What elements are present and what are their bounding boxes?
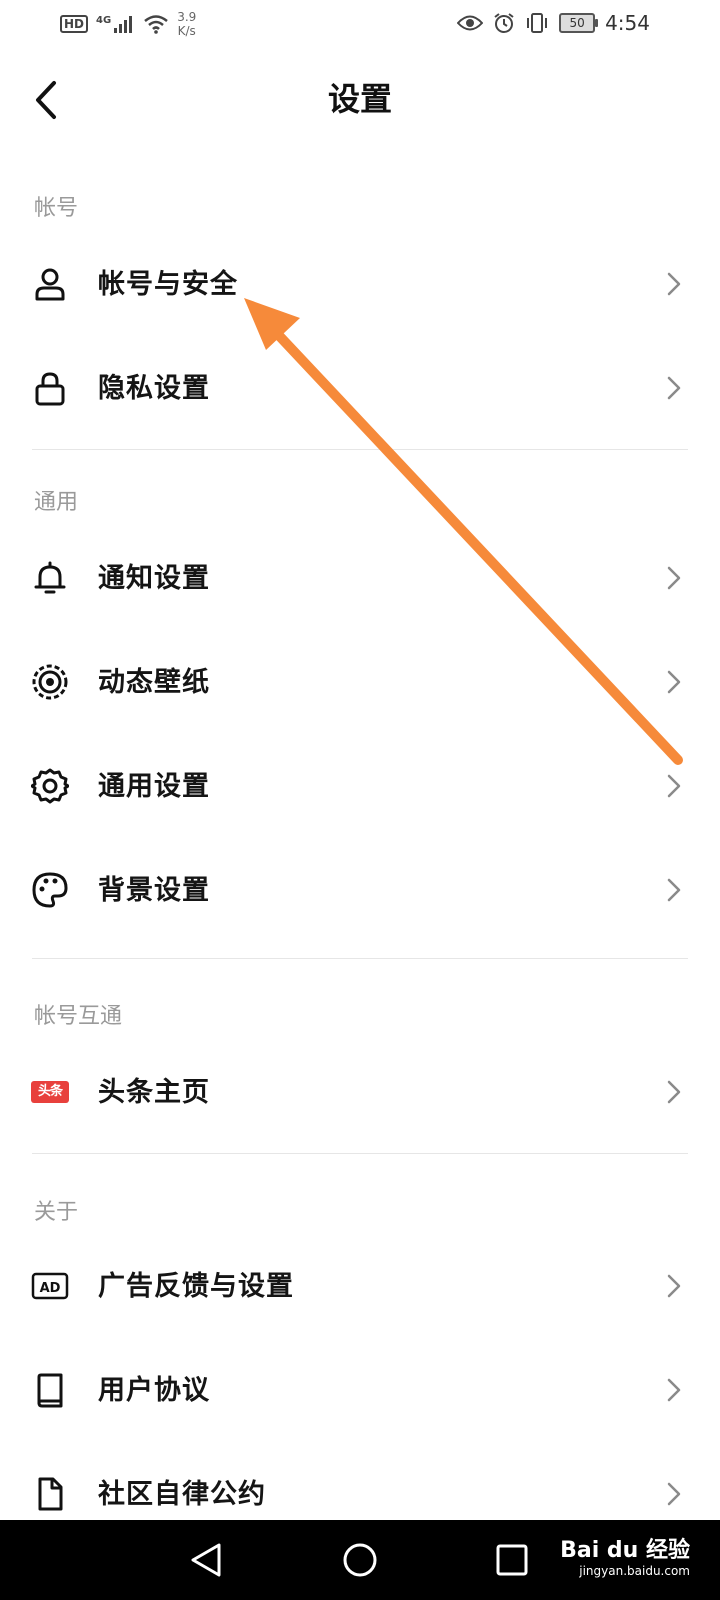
section-title-account-link: 帐号互通 <box>34 1004 123 1029</box>
settings-item-label: 背景设置 <box>98 875 210 906</box>
settings-item-label: 社区自律公约 <box>98 1479 266 1510</box>
wifi-icon <box>144 15 168 34</box>
ad-icon: AD <box>30 1266 70 1306</box>
settings-item-label: 头条主页 <box>98 1077 210 1108</box>
chevron-right-icon <box>667 774 681 798</box>
network-speed: 3.9 K/s <box>177 10 196 38</box>
vibrate-icon <box>527 13 548 33</box>
settings-item-label: 广告反馈与设置 <box>98 1271 294 1302</box>
settings-item-live-wallpaper[interactable]: 动态壁纸 <box>0 634 720 730</box>
toutiao-icon: 头条 <box>30 1072 70 1112</box>
settings-item-label: 帐号与安全 <box>98 269 238 300</box>
app-header: 设置 <box>0 60 720 140</box>
chevron-right-icon <box>667 1378 681 1402</box>
settings-item-ad-feedback[interactable]: AD 广告反馈与设置 <box>0 1238 720 1334</box>
alarm-icon <box>494 13 514 33</box>
signal-icon <box>114 16 133 33</box>
settings-item-privacy[interactable]: 隐私设置 <box>0 340 720 436</box>
clock: 4:54 <box>605 11 650 35</box>
network-type: 4G <box>96 14 112 26</box>
triangle-back-icon <box>191 1543 221 1577</box>
wallpaper-icon <box>30 662 70 702</box>
section-divider <box>32 958 688 959</box>
chevron-right-icon <box>667 272 681 296</box>
chevron-right-icon <box>667 566 681 590</box>
settings-item-label: 动态壁纸 <box>98 667 210 698</box>
settings-item-notifications[interactable]: 通知设置 <box>0 530 720 626</box>
watermark-url: jingyan.baidu.com <box>579 1564 690 1578</box>
baidu-jingyan-watermark: Bai du 经验 jingyan.baidu.com <box>560 1532 690 1578</box>
system-nav-bar: Bai du 经验 jingyan.baidu.com <box>0 1520 720 1600</box>
chevron-right-icon <box>667 878 681 902</box>
section-divider <box>32 1153 688 1154</box>
gear-icon <box>30 766 70 806</box>
section-title-account: 帐号 <box>34 196 79 221</box>
settings-item-account-security[interactable]: 帐号与安全 <box>0 236 720 332</box>
settings-item-label: 通用设置 <box>98 771 210 802</box>
page-title: 设置 <box>327 80 392 118</box>
speed-unit: K/s <box>177 24 196 38</box>
battery-indicator: 50 <box>559 13 599 33</box>
settings-item-toutiao-home[interactable]: 头条 头条主页 <box>0 1044 720 1140</box>
chevron-right-icon <box>667 1080 681 1104</box>
settings-item-user-agreement[interactable]: 用户协议 <box>0 1342 720 1438</box>
nav-back-button[interactable] <box>184 1538 228 1582</box>
chevron-right-icon <box>667 670 681 694</box>
chevron-right-icon <box>667 1274 681 1298</box>
bell-icon <box>30 558 70 598</box>
chevron-right-icon <box>667 376 681 400</box>
user-icon <box>30 264 70 304</box>
nav-recents-button[interactable] <box>490 1538 534 1582</box>
ad-badge-text: AD <box>40 1281 61 1296</box>
section-title-general: 通用 <box>34 490 79 515</box>
speed-value: 3.9 <box>177 10 197 24</box>
eye-icon <box>457 15 484 31</box>
settings-item-label: 用户协议 <box>98 1375 210 1406</box>
watermark-brand: Bai du 经验 <box>560 1538 690 1563</box>
status-bar: HD 4G 3.9 K/s 50 4:54 <box>0 0 720 50</box>
palette-icon <box>30 870 70 910</box>
book-icon <box>30 1370 70 1410</box>
section-divider <box>32 449 688 450</box>
hd-indicator: HD <box>60 15 89 33</box>
section-title-about: 关于 <box>34 1200 79 1225</box>
settings-item-general-settings[interactable]: 通用设置 <box>0 738 720 834</box>
settings-item-background[interactable]: 背景设置 <box>0 842 720 938</box>
settings-item-label: 通知设置 <box>98 563 210 594</box>
square-recents-icon <box>496 1544 528 1576</box>
chevron-right-icon <box>667 1482 681 1506</box>
circle-home-icon <box>343 1543 377 1577</box>
document-icon <box>30 1474 70 1514</box>
toutiao-badge: 头条 <box>31 1081 69 1103</box>
nav-home-button[interactable] <box>338 1538 382 1582</box>
settings-item-label: 隐私设置 <box>98 373 210 404</box>
lock-icon <box>30 368 70 408</box>
